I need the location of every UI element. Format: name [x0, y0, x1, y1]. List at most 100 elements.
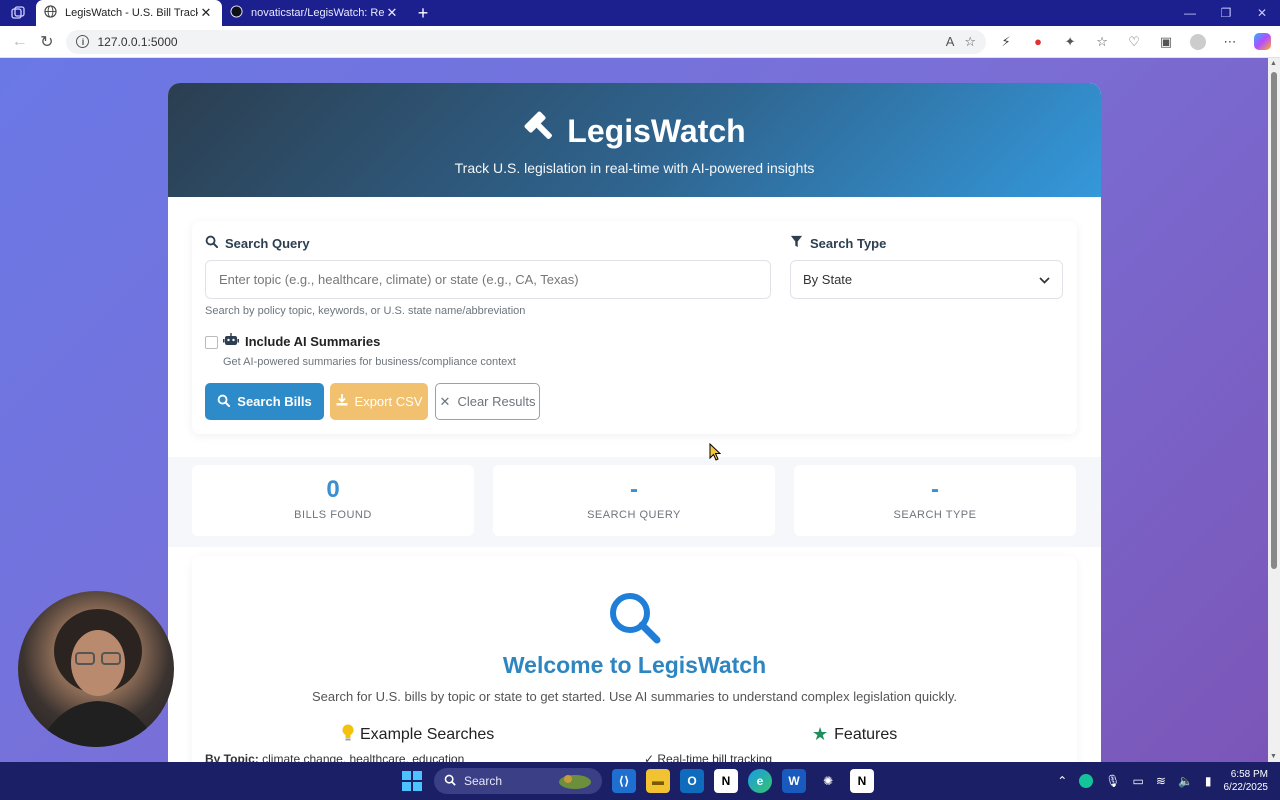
vscode-icon[interactable]: ⟨⟩: [612, 769, 636, 793]
stat-bills-found: 0 BILLS FOUND: [192, 465, 474, 536]
page-scrollbar[interactable]: ▲ ▼: [1268, 58, 1280, 762]
welcome-title: Welcome to LegisWatch: [502, 652, 767, 678]
edge-icon[interactable]: e: [748, 769, 772, 793]
extension-bolt-icon[interactable]: ⚡: [994, 30, 1018, 54]
page-viewport: LegisWatch Track U.S. legislation in rea…: [0, 58, 1268, 762]
clear-results-button[interactable]: ✕ Clear Results: [435, 383, 540, 420]
microphone-icon[interactable]: 🎙: [1105, 774, 1120, 788]
screenshot-icon[interactable]: ▣: [1154, 30, 1178, 54]
search-query-label: Search Query: [205, 235, 310, 251]
display-icon[interactable]: ▭: [1133, 774, 1144, 788]
url-field[interactable]: i 127.0.0.1:5000 A ☆: [66, 29, 987, 54]
export-csv-label: Export CSV: [354, 394, 423, 409]
search-highlight-icon: [558, 770, 592, 793]
extension-red-icon[interactable]: ●: [1026, 30, 1050, 54]
robot-icon: [223, 333, 239, 349]
export-csv-button[interactable]: Export CSV: [330, 383, 428, 420]
copilot-icon[interactable]: [1250, 30, 1274, 54]
tab-title: LegisWatch - U.S. Bill Tracker: [65, 7, 198, 19]
search-query-label-text: Search Query: [225, 235, 310, 251]
profile-avatar-icon[interactable]: [1186, 30, 1210, 54]
large-search-icon: [607, 590, 663, 646]
start-menu-icon[interactable]: [400, 769, 424, 793]
features-heading: ★ Features: [812, 724, 897, 745]
favorite-star-icon[interactable]: ☆: [964, 34, 976, 50]
clock-time: 6:58 PM: [1230, 769, 1268, 780]
gavel-icon: [523, 111, 557, 150]
search-query-help: Search by policy topic, keywords, or U.S…: [205, 305, 526, 317]
example-searches-heading: Example Searches: [342, 724, 494, 746]
scroll-up-icon[interactable]: ▲: [1270, 60, 1277, 67]
extensions-puzzle-icon[interactable]: ✦: [1058, 30, 1082, 54]
stat-value: -: [630, 476, 638, 503]
stat-search-type: - SEARCH TYPE: [794, 465, 1076, 536]
close-tab-icon[interactable]: ✕: [384, 5, 400, 21]
scrollbar-thumb[interactable]: [1271, 72, 1277, 569]
favorites-icon[interactable]: ☆: [1090, 30, 1114, 54]
app-container: LegisWatch Track U.S. legislation in rea…: [168, 83, 1101, 762]
close-tab-icon[interactable]: ✕: [198, 5, 214, 21]
stat-label: SEARCH TYPE: [893, 509, 977, 521]
tab-github[interactable]: novaticstar/LegisWatch: Real-Tim ✕: [222, 0, 408, 26]
read-aloud-icon[interactable]: A: [946, 34, 955, 50]
notion-alt-icon[interactable]: N: [850, 769, 874, 793]
new-tab-icon[interactable]: +: [408, 0, 438, 26]
clear-results-label: Clear Results: [457, 394, 536, 409]
word-icon[interactable]: W: [782, 769, 806, 793]
file-explorer-icon[interactable]: ▬: [646, 769, 670, 793]
close-icon: ✕: [439, 393, 451, 409]
search-bills-button[interactable]: Search Bills: [205, 383, 324, 420]
stat-label: SEARCH QUERY: [587, 509, 681, 521]
app-subtitle: Track U.S. legislation in real-time with…: [454, 160, 815, 176]
webcam-overlay: [18, 591, 174, 747]
chevron-up-icon[interactable]: ⌃: [1057, 774, 1067, 788]
chatgpt-icon[interactable]: ✺: [816, 769, 840, 793]
workspaces-icon[interactable]: [0, 0, 36, 26]
app-title: LegisWatch: [567, 112, 746, 149]
outlook-icon[interactable]: O: [680, 769, 704, 793]
taskbar-search-label: Search: [464, 774, 503, 788]
welcome-text: Search for U.S. bills by topic or state …: [312, 689, 957, 704]
window-controls: — ❐ ✕: [1172, 0, 1280, 26]
ai-summaries-checkbox[interactable]: [205, 336, 218, 349]
grammarly-icon[interactable]: [1079, 774, 1094, 788]
ai-summaries-label[interactable]: Include AI Summaries: [223, 333, 380, 349]
restore-icon[interactable]: ❐: [1208, 0, 1244, 26]
site-info-icon[interactable]: i: [76, 35, 90, 48]
github-icon: [230, 5, 243, 21]
back-icon[interactable]: ←: [6, 28, 33, 56]
ai-summaries-label-text: Include AI Summaries: [245, 333, 381, 349]
refresh-icon[interactable]: ↻: [33, 28, 60, 56]
more-menu-icon[interactable]: ⋯: [1218, 30, 1242, 54]
browser-tab-bar: LegisWatch - U.S. Bill Tracker ✕ novatic…: [0, 0, 1280, 26]
stat-value: -: [931, 476, 939, 503]
example-topic-label: By Topic:: [205, 752, 259, 762]
volume-icon[interactable]: 🔈: [1178, 774, 1193, 788]
taskbar-clock[interactable]: 6:58 PM 6/22/2025: [1224, 768, 1269, 794]
address-bar-row: ← ↻ i 127.0.0.1:5000 A ☆ ⚡ ● ✦ ☆ ♡ ▣ ⋯: [0, 26, 1280, 58]
example-searches-title: Example Searches: [360, 726, 495, 743]
browser-essentials-icon[interactable]: ♡: [1122, 30, 1146, 54]
battery-icon[interactable]: ▮: [1205, 774, 1212, 788]
search-icon: [444, 774, 456, 789]
example-topic-line: By Topic: climate change, healthcare, ed…: [205, 752, 464, 762]
search-bills-label: Search Bills: [237, 394, 312, 409]
search-icon: [205, 235, 219, 251]
app-title-row: LegisWatch: [168, 111, 1101, 150]
windows-taskbar: Search ⟨⟩ ▬ O N e W ✺ N ⌃ 🎙 ▭ ≋ 🔈 ▮ 6:58…: [0, 762, 1280, 800]
wifi-icon[interactable]: ≋: [1156, 774, 1166, 788]
search-query-input[interactable]: [205, 260, 771, 299]
minimize-icon[interactable]: —: [1172, 0, 1208, 26]
taskbar-search[interactable]: Search: [434, 768, 602, 794]
tab-legiswatch[interactable]: LegisWatch - U.S. Bill Tracker ✕: [36, 0, 222, 26]
close-window-icon[interactable]: ✕: [1244, 0, 1280, 26]
scroll-down-icon[interactable]: ▼: [1270, 753, 1277, 760]
search-type-select[interactable]: By State: [790, 260, 1063, 299]
globe-icon: [44, 5, 57, 21]
notion-icon[interactable]: N: [714, 769, 738, 793]
ai-summaries-help: Get AI-powered summaries for business/co…: [223, 356, 516, 368]
lightbulb-icon: [342, 724, 354, 746]
welcome-panel: Welcome to LegisWatch Search for U.S. bi…: [192, 556, 1077, 762]
search-type-value: By State: [803, 272, 853, 287]
features-title: Features: [834, 725, 898, 743]
